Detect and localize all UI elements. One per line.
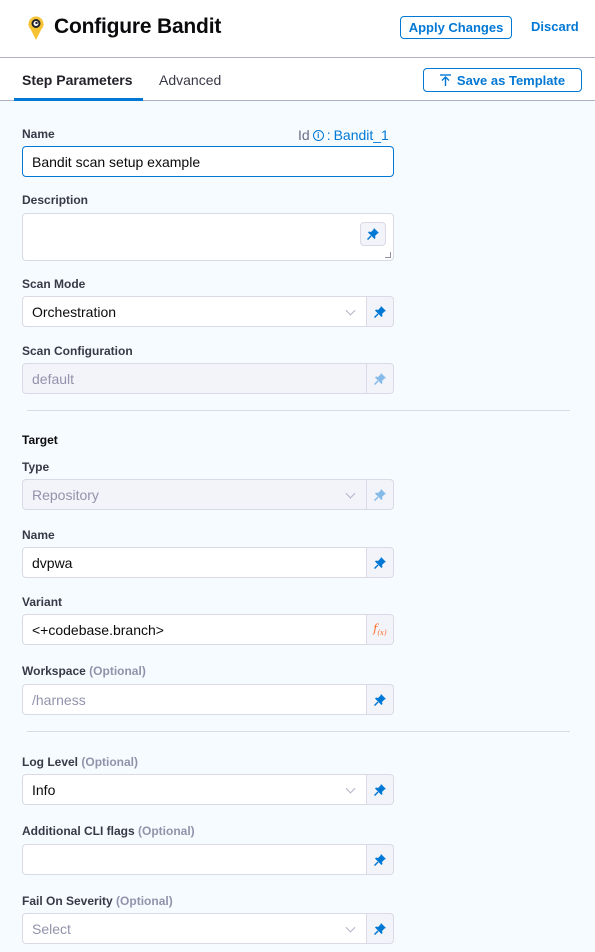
description-textarea[interactable] [22, 213, 394, 261]
tab-step-parameters[interactable]: Step Parameters [22, 72, 133, 88]
chevron-down-icon [345, 783, 356, 794]
cli-flags-label: Additional CLI flags (Optional) [22, 824, 195, 838]
name-value: Bandit scan setup example [32, 153, 201, 170]
workspace-placeholder: /harness [32, 691, 86, 708]
save-as-template-button[interactable]: Save as Template [423, 68, 582, 92]
divider [27, 410, 570, 411]
cli-flags-input[interactable] [22, 844, 367, 875]
apply-changes-button[interactable]: Apply Changes [400, 16, 512, 39]
variant-value: <+codebase.branch> [32, 621, 164, 638]
fail-on-severity-select[interactable]: Select [22, 913, 367, 944]
scan-mode-value: Orchestration [32, 303, 117, 320]
type-label: Type [22, 460, 50, 474]
log-level-select[interactable]: Info [22, 774, 367, 805]
description-pin-button[interactable] [360, 222, 386, 246]
target-name-value: dvpwa [32, 554, 73, 571]
expression-icon: f(x) [373, 621, 387, 638]
workspace-label: Workspace (Optional) [22, 664, 146, 678]
fail-on-severity-pin-button[interactable] [367, 913, 394, 944]
log-level-label: Log Level (Optional) [22, 755, 139, 769]
fail-on-severity-label: Fail On Severity (Optional) [22, 894, 173, 908]
id-display: Id i : Bandit_1 [298, 127, 389, 143]
cli-flags-pin-button[interactable] [367, 844, 394, 875]
target-name-pin-button[interactable] [367, 547, 394, 578]
workspace-input[interactable]: /harness [22, 684, 367, 715]
active-tab-indicator [14, 98, 143, 101]
tab-bar: Step Parameters Advanced Save as Templat… [0, 58, 595, 101]
divider [27, 731, 570, 732]
pin-icon [374, 922, 386, 935]
id-label: Id [298, 127, 310, 143]
workspace-pin-button[interactable] [367, 684, 394, 715]
name-input[interactable]: Bandit scan setup example [22, 146, 394, 177]
target-name-label: Name [22, 528, 55, 542]
variant-expression-button[interactable]: f(x) [367, 614, 394, 645]
scan-configuration-input: default [22, 363, 367, 394]
pin-icon [374, 372, 386, 385]
variant-label: Variant [22, 595, 63, 609]
info-icon[interactable]: i [312, 129, 324, 141]
pin-icon [374, 556, 386, 569]
pin-icon [374, 488, 386, 501]
scan-configuration-pin-button [367, 363, 394, 394]
scan-configuration-value: default [32, 370, 75, 387]
variant-input[interactable]: <+codebase.branch> [22, 614, 367, 645]
id-value: Bandit_1 [333, 127, 389, 143]
target-section-title: Target [22, 433, 58, 447]
discard-button[interactable]: Discard [531, 19, 579, 34]
scan-mode-pin-button[interactable] [367, 296, 394, 327]
description-label: Description [22, 193, 89, 207]
chevron-down-icon [345, 305, 356, 316]
target-name-input[interactable]: dvpwa [22, 547, 367, 578]
tab-advanced[interactable]: Advanced [159, 72, 221, 88]
upload-icon [439, 74, 451, 86]
type-select: Repository [22, 479, 367, 510]
log-level-pin-button[interactable] [367, 774, 394, 805]
chevron-down-icon [345, 488, 356, 499]
save-as-template-label: Save as Template [456, 72, 566, 88]
scan-mode-select[interactable]: Orchestration [22, 296, 367, 327]
log-level-value: Info [32, 781, 56, 798]
scan-mode-label: Scan Mode [22, 277, 86, 291]
fail-on-severity-placeholder: Select [32, 920, 71, 937]
type-value: Repository [32, 486, 99, 503]
id-separator: : [326, 127, 331, 143]
header: Configure Bandit Apply Changes Discard [0, 0, 595, 58]
pin-icon [374, 853, 386, 866]
pin-icon [374, 693, 386, 706]
pin-icon [374, 783, 386, 796]
chevron-down-icon [345, 922, 356, 933]
resize-handle[interactable] [385, 252, 391, 258]
pin-icon [374, 305, 386, 318]
scan-configuration-label: Scan Configuration [22, 344, 133, 358]
page-title: Configure Bandit [54, 15, 222, 38]
name-label: Name [22, 127, 55, 141]
type-pin-button [367, 479, 394, 510]
pin-icon [367, 228, 379, 240]
bandit-logo-icon [28, 16, 44, 40]
